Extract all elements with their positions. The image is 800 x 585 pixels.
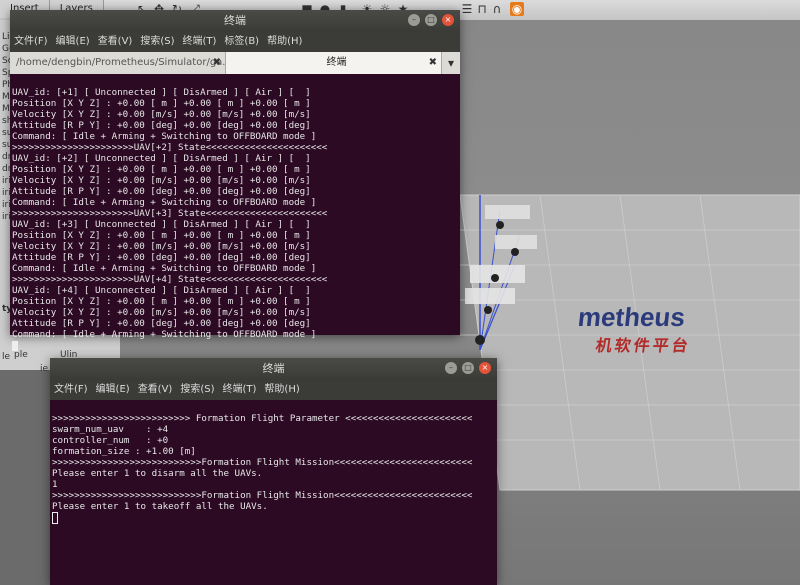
menu-search[interactable]: 搜索(S): [140, 32, 174, 52]
output-line: Command: [ Idle + Arming + Switching to …: [12, 329, 317, 340]
output-line: Velocity [X Y Z] : +0.00 [m/s] +0.00 [m/…: [12, 307, 311, 318]
maximize-icon[interactable]: □: [425, 14, 437, 26]
output-line: Command: [ Idle + Arming + Switching to …: [12, 263, 317, 274]
output-line: Attitude [R P Y] : +0.00 [deg] +0.00 [de…: [12, 252, 311, 263]
terminal-menubar: 文件(F) 编辑(E) 查看(V) 搜索(S) 终端(T) 帮助(H): [50, 380, 497, 400]
output-line: Please enter 1 to takeoff all the UAVs.: [52, 501, 268, 512]
output-line: Velocity [X Y Z] : +0.00 [m/s] +0.00 [m/…: [12, 109, 311, 120]
align-icon[interactable]: ☰: [460, 2, 474, 16]
magnet-icon[interactable]: ∩: [490, 2, 504, 16]
output-line: Attitude [R P Y] : +0.00 [deg] +0.00 [de…: [12, 120, 311, 131]
prometheus-logo-subtitle: 机软件平台: [594, 336, 693, 355]
maximize-icon[interactable]: □: [462, 362, 474, 374]
menu-search[interactable]: 搜索(S): [180, 380, 214, 400]
prometheus-logo-text: metheus: [576, 302, 687, 332]
menu-edit[interactable]: 编辑(E): [56, 32, 90, 52]
output-line: formation_size : +1.00 [m]: [52, 446, 196, 457]
output-line: >>>>>>>>>>>>>>>>>>>>>>>>>>>Formation Fli…: [52, 490, 473, 501]
output-line: 1: [52, 479, 58, 490]
terminal-tabbar: /home/dengbin/Prometheus/Simulator/ga...…: [10, 52, 460, 74]
snap-icon[interactable]: ⊓: [475, 2, 489, 16]
output-line: UAV_id: [+1] [ Unconnected ] [ DisArmed …: [12, 87, 311, 98]
output-line: Position [X Y Z] : +0.00 [ m ] +0.00 [ m…: [12, 296, 311, 307]
output-line: Velocity [X Y Z] : +0.00 [m/s] +0.00 [m/…: [12, 175, 311, 186]
tab-close-icon[interactable]: ✖: [213, 52, 221, 74]
output-line: UAV_id: [+4] [ Unconnected ] [ DisArmed …: [12, 285, 311, 296]
output-line: >>>>>>>>>>>>>>>>>>>>>>UAV[+4] State<<<<<…: [12, 274, 328, 285]
output-line: Please enter 1 to disarm all the UAVs.: [52, 468, 263, 479]
tab-label: 终端: [326, 57, 347, 68]
menu-edit[interactable]: 编辑(E): [96, 380, 130, 400]
close-icon[interactable]: ×: [479, 362, 491, 374]
menu-tabs[interactable]: 标签(B): [224, 32, 259, 52]
output-line: Attitude [R P Y] : +0.00 [deg] +0.00 [de…: [12, 186, 311, 197]
terminal-output[interactable]: UAV_id: [+1] [ Unconnected ] [ DisArmed …: [10, 74, 460, 375]
terminal-title: 终端: [262, 362, 285, 375]
output-line: Position [X Y Z] : +0.00 [ m ] +0.00 [ m…: [12, 98, 311, 109]
left-panel-item[interactable]: le: [2, 352, 10, 362]
terminal-titlebar[interactable]: 终端 – □ ×: [10, 10, 460, 32]
menu-terminal[interactable]: 终端(T): [183, 32, 217, 52]
close-icon[interactable]: ×: [442, 14, 454, 26]
output-line: >>>>>>>>>>>>>>>>>>>>>>>>>>>Formation Fli…: [52, 457, 473, 468]
terminal-title: 终端: [224, 14, 246, 27]
output-line: Command: [ Idle + Arming + Switching to …: [12, 131, 317, 142]
minimize-icon[interactable]: –: [445, 362, 457, 374]
terminal-menubar: 文件(F) 编辑(E) 查看(V) 搜索(S) 终端(T) 标签(B) 帮助(H…: [10, 32, 460, 52]
terminal-window-1[interactable]: 终端 – □ × 文件(F) 编辑(E) 查看(V) 搜索(S) 终端(T) 标…: [10, 10, 460, 351]
left-panel-item[interactable]: Li: [2, 32, 10, 42]
menu-help[interactable]: 帮助(H): [267, 32, 302, 52]
output-line: Attitude [R P Y] : +0.00 [deg] +0.00 [de…: [12, 318, 311, 329]
tab-close-icon[interactable]: ✖: [429, 52, 437, 74]
menu-view[interactable]: 查看(V): [98, 32, 133, 52]
menu-view[interactable]: 查看(V): [138, 380, 173, 400]
output-line: UAV_id: [+2] [ Unconnected ] [ DisArmed …: [12, 153, 311, 164]
record-icon[interactable]: ◉: [510, 2, 524, 16]
menu-help[interactable]: 帮助(H): [264, 380, 299, 400]
output-line: UAV_id: [+3] [ Unconnected ] [ DisArmed …: [12, 219, 311, 230]
tab-label: /home/dengbin/Prometheus/Simulator/ga...: [16, 57, 226, 68]
text-cursor: [12, 340, 18, 351]
output-line: controller_num : +0: [52, 435, 169, 446]
minimize-icon[interactable]: –: [408, 14, 420, 26]
output-line: >>>>>>>>>>>>>>>>>>>>>>>>> Formation Flig…: [52, 413, 473, 424]
terminal-output[interactable]: >>>>>>>>>>>>>>>>>>>>>>>>> Formation Flig…: [50, 400, 497, 548]
output-line: Velocity [X Y Z] : +0.00 [m/s] +0.00 [m/…: [12, 241, 311, 252]
output-line: Command: [ Idle + Arming + Switching to …: [12, 197, 317, 208]
terminal-titlebar[interactable]: 终端 – □ ×: [50, 358, 497, 380]
output-line: >>>>>>>>>>>>>>>>>>>>>>UAV[+2] State<<<<<…: [12, 142, 328, 153]
output-line: Position [X Y Z] : +0.00 [ m ] +0.00 [ m…: [12, 230, 311, 241]
new-tab-icon[interactable]: ▾: [442, 52, 460, 74]
tab-simulator-path[interactable]: /home/dengbin/Prometheus/Simulator/ga...…: [10, 52, 226, 74]
menu-file[interactable]: 文件(F): [14, 32, 48, 52]
terminal-window-2[interactable]: 终端 – □ × 文件(F) 编辑(E) 查看(V) 搜索(S) 终端(T) 帮…: [50, 358, 497, 585]
text-cursor: [52, 512, 58, 524]
output-line: >>>>>>>>>>>>>>>>>>>>>>UAV[+3] State<<<<<…: [12, 208, 328, 219]
tab-terminal[interactable]: 终端 ✖: [226, 52, 442, 74]
output-line: Position [X Y Z] : +0.00 [ m ] +0.00 [ m…: [12, 164, 311, 175]
output-line: swarm_num_uav : +4: [52, 424, 169, 435]
menu-file[interactable]: 文件(F): [54, 380, 88, 400]
menu-terminal[interactable]: 终端(T): [223, 380, 257, 400]
